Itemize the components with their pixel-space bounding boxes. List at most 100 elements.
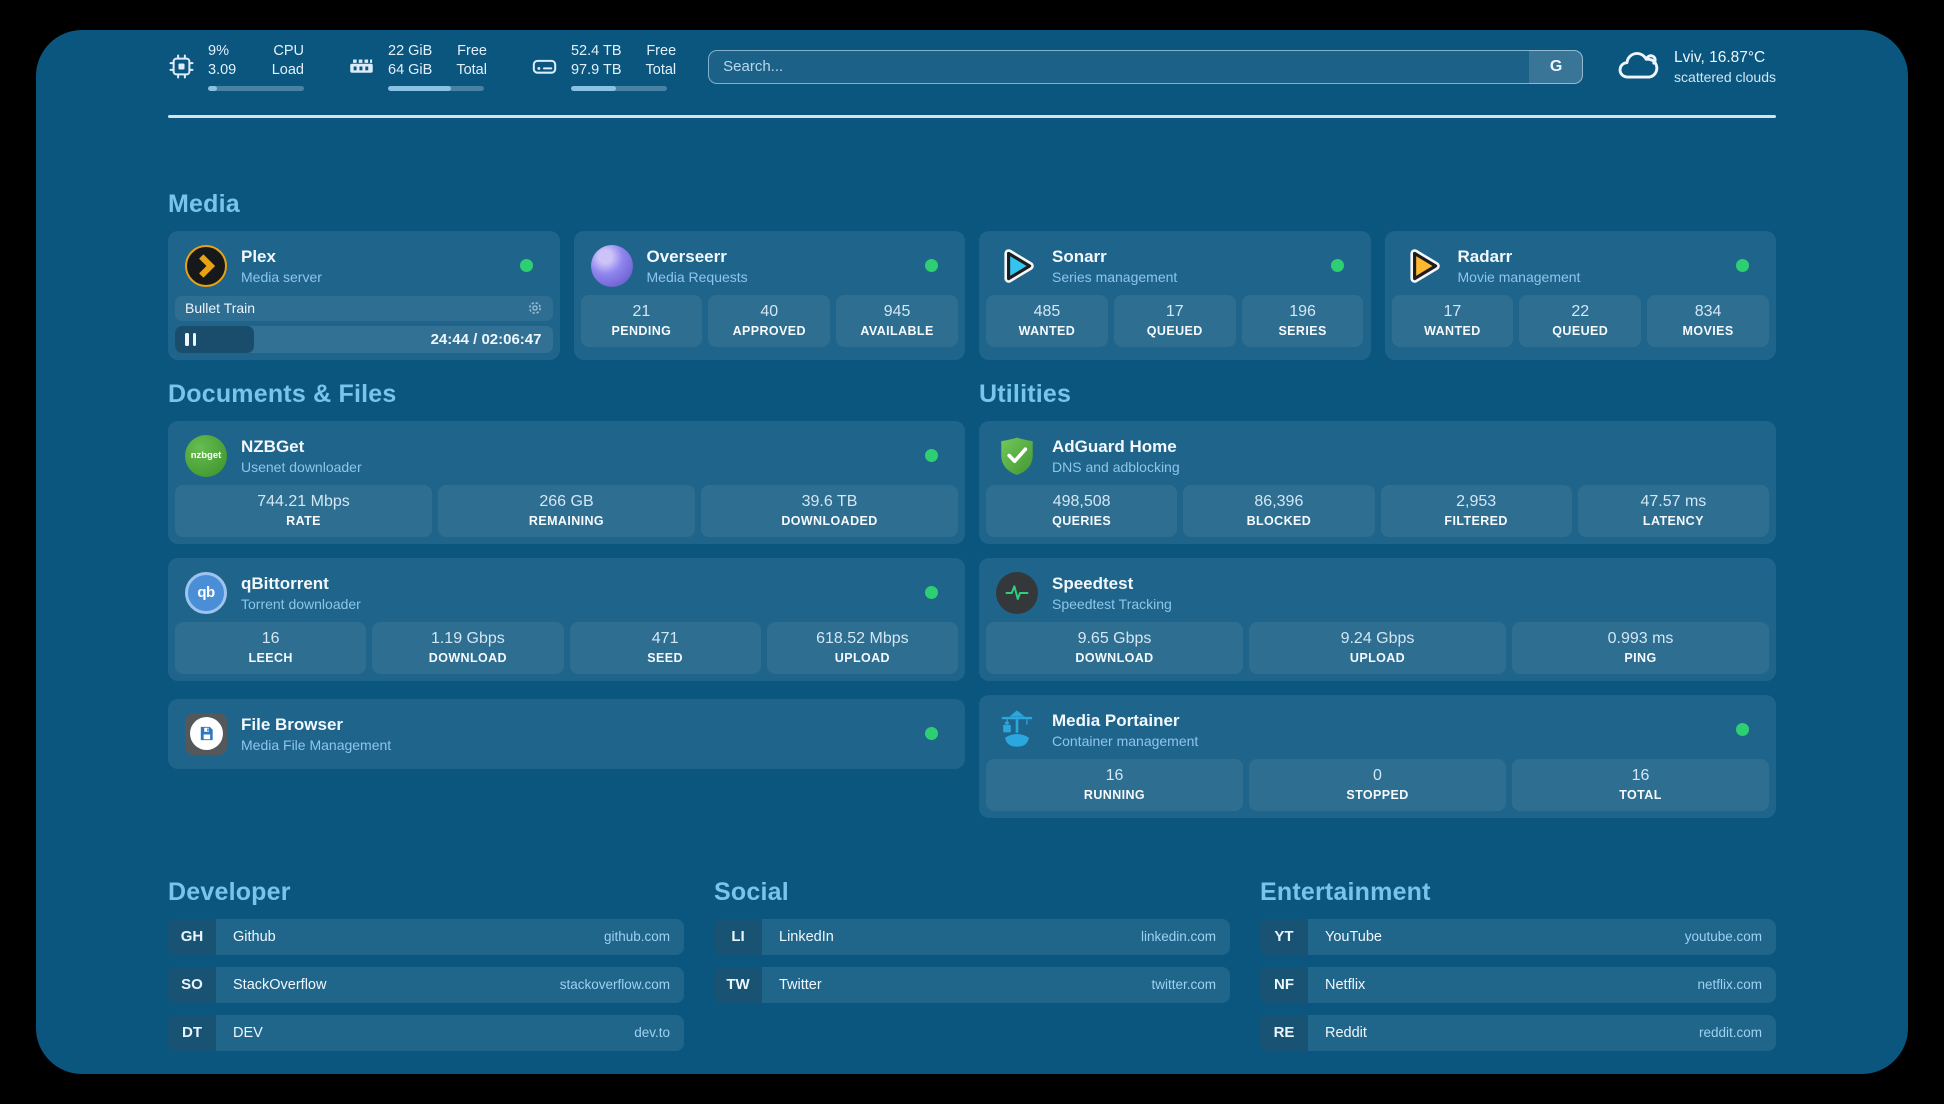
stat-latency: 47.57 msLATENCY [1578,485,1769,537]
status-dot [925,586,938,599]
bookmark-linkedin[interactable]: LI LinkedIn linkedin.com [714,919,1230,955]
storage-progress-bar [571,86,667,91]
app-card-portainer[interactable]: Media Portainer Container management 16R… [979,695,1776,818]
sonarr-icon [996,245,1038,287]
cpu-load-value: 3.09 [208,61,242,80]
stat-downloaded: 39.6 TBDOWNLOADED [701,485,958,537]
stat-leech: 16LEECH [175,622,366,674]
search-bar: G [708,50,1583,84]
stat-total: 16TOTAL [1512,759,1769,811]
bookmark-url: dev.to [634,1025,684,1040]
bookmark-abbr: LI [714,919,762,955]
bookmark-reddit[interactable]: RE Reddit reddit.com [1260,1015,1776,1051]
app-card-filebrowser[interactable]: File Browser Media File Management [168,699,965,769]
now-playing-row: Bullet Train [175,296,553,321]
playback-progress-bar: 24:44 / 02:06:47 [175,326,553,353]
bookmark-url: reddit.com [1699,1025,1776,1040]
bookmark-url: netflix.com [1697,977,1776,992]
radarr-icon [1402,245,1444,287]
section-social: Social LI LinkedIn linkedin.com TW Twitt… [714,878,1230,1063]
app-card-sonarr[interactable]: Sonarr Series management 485WANTED 17QUE… [979,231,1371,360]
settings-icon[interactable] [527,300,543,316]
stat-pending: 21PENDING [581,295,703,347]
app-title: Radarr [1458,247,1581,267]
bookmark-name: Reddit [1308,1025,1367,1041]
storage-total-value: 97.9 TB [571,61,622,80]
storage-icon [531,53,558,80]
stat-wanted: 485WANTED [986,295,1108,347]
header-divider [168,115,1776,118]
section-entertainment: Entertainment YT YouTube youtube.com NF … [1260,878,1776,1063]
bookmark-dev[interactable]: DT DEV dev.to [168,1015,684,1051]
app-title: Sonarr [1052,247,1177,267]
bookmark-name: StackOverflow [216,977,326,993]
bookmark-stackoverflow[interactable]: SO StackOverflow stackoverflow.com [168,967,684,1003]
app-subtitle: Container management [1052,733,1198,749]
bookmark-name: YouTube [1308,929,1382,945]
dashboard-page: 9% CPU 3.09 Load 22 GiB Free 64 G [36,30,1908,1074]
app-title: qBittorrent [241,574,361,594]
overseerr-icon [591,245,633,287]
app-subtitle: Media server [241,269,322,285]
stat-blocked: 86,396BLOCKED [1183,485,1374,537]
app-title: Overseerr [647,247,748,267]
app-card-speedtest[interactable]: Speedtest Speedtest Tracking 9.65 GbpsDO… [979,558,1776,681]
storage-free-value: 52.4 TB [571,42,622,61]
bookmark-github[interactable]: GH Github github.com [168,919,684,955]
system-stats: 9% CPU 3.09 Load 22 GiB Free 64 G [168,42,676,91]
section-title-documents: Documents & Files [168,380,965,409]
search-engine-button[interactable]: G [1529,50,1583,84]
bookmark-name: Netflix [1308,977,1365,993]
stat-download: 1.19 GbpsDOWNLOAD [372,622,563,674]
bookmark-abbr: TW [714,967,762,1003]
app-card-radarr[interactable]: Radarr Movie management 17WANTED 22QUEUE… [1385,231,1777,360]
bookmark-name: Github [216,929,276,945]
memory-free-value: 22 GiB [388,42,432,61]
stat-wanted: 17WANTED [1392,295,1514,347]
bookmark-abbr: NF [1260,967,1308,1003]
cpu-load-label: Load [266,61,304,80]
memory-progress-bar [388,86,484,91]
bookmark-netflix[interactable]: NF Netflix netflix.com [1260,967,1776,1003]
status-dot [520,259,533,272]
storage-stat: 52.4 TB Free 97.9 TB Total [531,42,676,91]
qbittorrent-icon: qb [185,572,227,614]
status-dot [1736,723,1749,736]
section-title-entertainment: Entertainment [1260,878,1776,907]
app-subtitle: DNS and adblocking [1052,459,1180,475]
app-card-plex[interactable]: Plex Media server Bullet Train [168,231,560,360]
bookmark-name: LinkedIn [762,929,834,945]
app-title: File Browser [241,715,391,735]
search-input[interactable] [708,50,1583,84]
app-subtitle: Movie management [1458,269,1581,285]
memory-total-value: 64 GiB [388,61,432,80]
stat-upload: 618.52 MbpsUPLOAD [767,622,958,674]
pause-icon[interactable] [185,333,196,346]
storage-free-label: Free [646,42,677,61]
section-media: Media Plex Media server Bullet Train [168,190,1776,360]
stat-series: 196SERIES [1242,295,1364,347]
section-title-developer: Developer [168,878,684,907]
app-card-overseerr[interactable]: Overseerr Media Requests 21PENDING 40APP… [574,231,966,360]
filebrowser-icon [185,713,227,755]
bookmark-youtube[interactable]: YT YouTube youtube.com [1260,919,1776,955]
app-card-adguard[interactable]: AdGuard Home DNS and adblocking 498,508Q… [979,421,1776,544]
stat-download: 9.65 GbpsDOWNLOAD [986,622,1243,674]
status-dot [1331,259,1344,272]
stat-movies: 834MOVIES [1647,295,1769,347]
status-dot [1736,259,1749,272]
memory-icon [348,53,375,80]
adguard-icon [996,435,1038,477]
app-card-nzbget[interactable]: nzbget NZBGet Usenet downloader 744.21 M… [168,421,965,544]
stat-queued: 22QUEUED [1519,295,1641,347]
app-subtitle: Media Requests [647,269,748,285]
stat-approved: 40APPROVED [708,295,830,347]
cpu-icon [168,53,195,80]
bookmark-abbr: RE [1260,1015,1308,1051]
app-title: Speedtest [1052,574,1172,594]
app-title: Media Portainer [1052,711,1198,731]
memory-total-label: Total [456,61,487,80]
app-card-qbittorrent[interactable]: qb qBittorrent Torrent downloader 16LEEC… [168,558,965,681]
stat-filtered: 2,953FILTERED [1381,485,1572,537]
bookmark-twitter[interactable]: TW Twitter twitter.com [714,967,1230,1003]
